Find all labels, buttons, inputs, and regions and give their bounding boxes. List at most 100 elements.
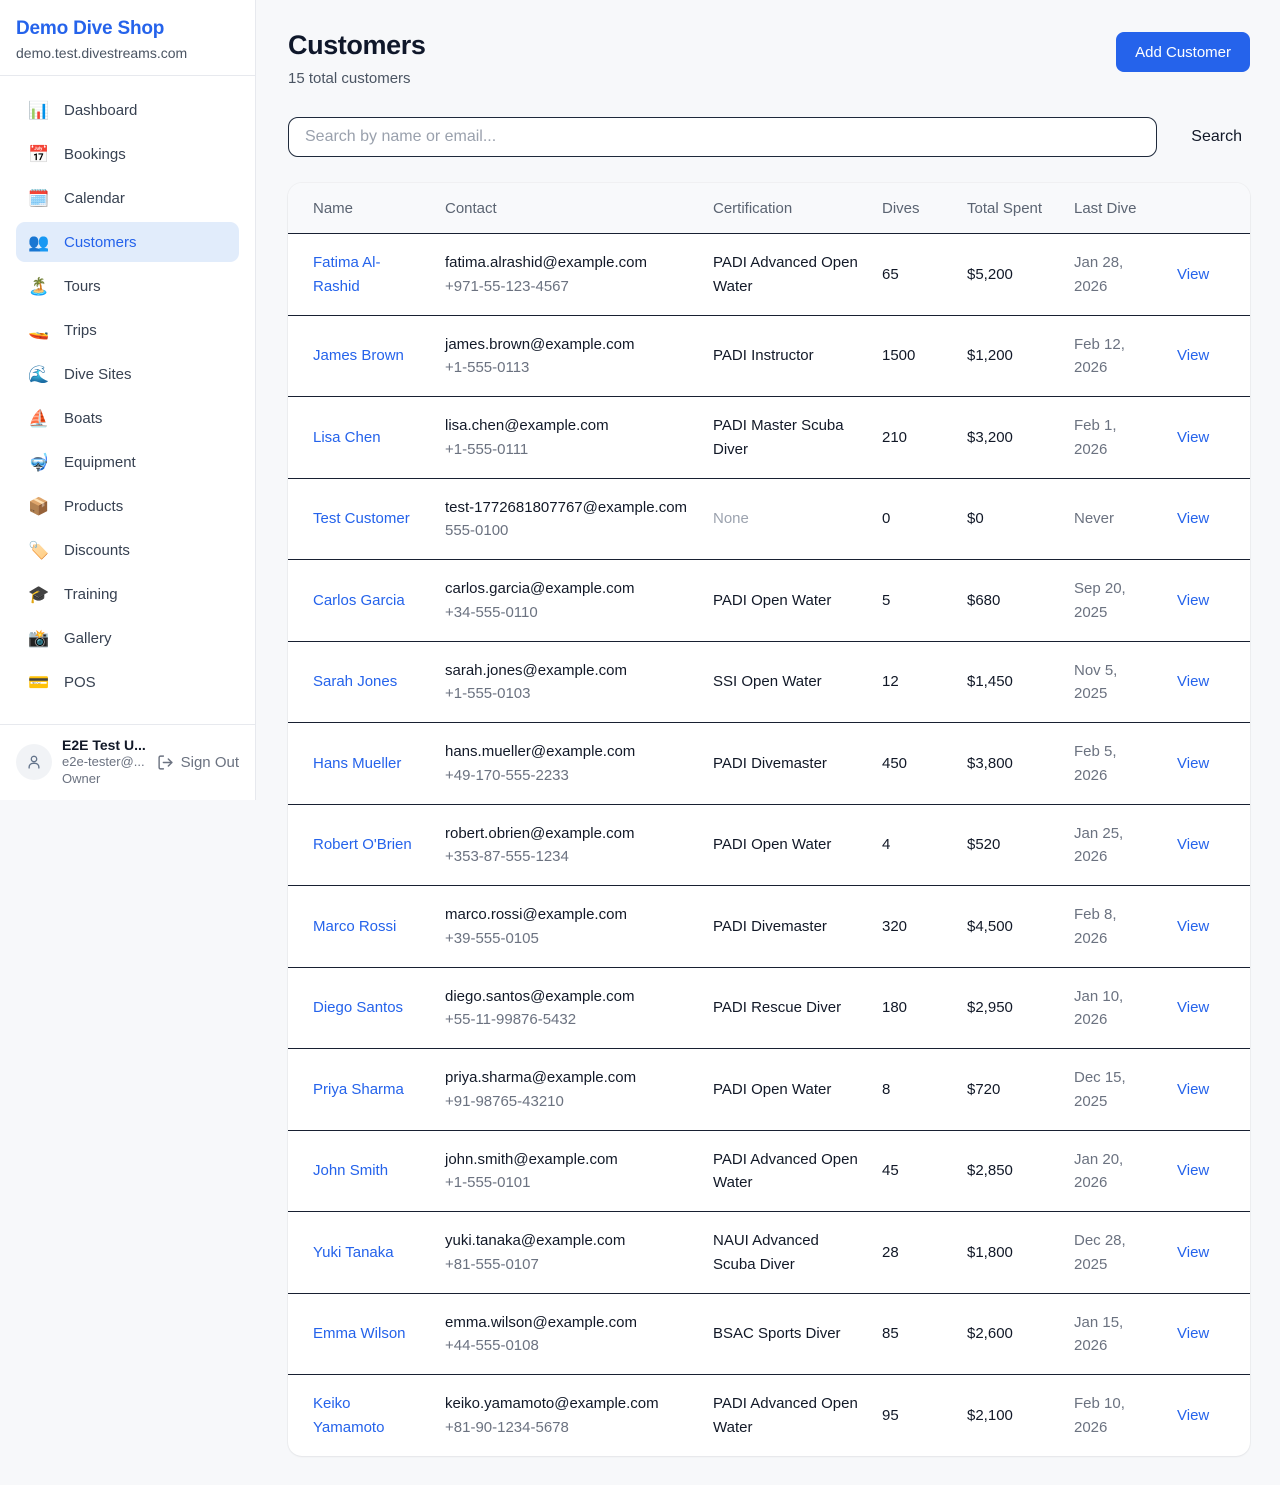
sidebar-item-label: Boats [64,410,102,427]
customer-certification: PADI Master Scuba Diver [713,417,844,457]
customer-email: lisa.chen@example.com [445,414,689,437]
view-customer-link[interactable]: View [1177,836,1209,853]
column-header-certification: Certification [701,183,870,234]
sidebar-item-dive-sites[interactable]: 🌊Dive Sites [16,354,239,394]
sidebar-item-bookings[interactable]: 📅Bookings [16,134,239,174]
view-customer-link[interactable]: View [1177,999,1209,1016]
customer-name-link[interactable]: Diego Santos [313,999,403,1016]
customer-total-spent: $4,500 [967,918,1013,935]
customer-certification: PADI Open Water [713,836,831,853]
customer-name-link[interactable]: Sarah Jones [313,673,397,690]
customer-name-link[interactable]: Emma Wilson [313,1325,406,1342]
customer-certification: PADI Advanced Open Water [713,1395,858,1435]
calendar-icon: 📅 [28,146,50,163]
customer-dives: 1500 [882,347,915,364]
table-row: Priya Sharma priya.sharma@example.com +9… [288,1049,1250,1131]
customer-phone: +39-555-0105 [445,927,689,950]
sidebar-item-discounts[interactable]: 🏷️Discounts [16,530,239,570]
customer-phone: +44-555-0108 [445,1334,689,1357]
customer-name-link[interactable]: Hans Mueller [313,755,401,772]
sidebar-item-gallery[interactable]: 📸Gallery [16,618,239,658]
customer-dives: 28 [882,1244,899,1261]
customer-name-link[interactable]: Robert O'Brien [313,836,412,853]
customer-name-link[interactable]: James Brown [313,347,404,364]
table-row: Emma Wilson emma.wilson@example.com +44-… [288,1293,1250,1375]
table-header-row: NameContactCertificationDivesTotal Spent… [288,183,1250,234]
sidebar-item-pos[interactable]: 💳 POS [16,662,239,702]
sidebar-item-label: Trips [64,322,97,339]
customer-last-dive: Sep 20, 2025 [1074,580,1126,620]
customer-email: james.brown@example.com [445,333,689,356]
column-header-total-spent: Total Spent [955,183,1062,234]
customer-phone: +81-90-1234-5678 [445,1416,689,1439]
customer-certification: PADI Advanced Open Water [713,254,858,294]
customer-total-spent: $0 [967,510,984,527]
sidebar-item-customers[interactable]: 👥Customers [16,222,239,262]
customer-name-link[interactable]: Priya Sharma [313,1081,404,1098]
customer-certification: NAUI Advanced Scuba Diver [713,1232,819,1272]
sidebar-item-calendar[interactable]: 🗓️Calendar [16,178,239,218]
main-content: Customers 15 total customers Add Custome… [256,0,1280,1482]
view-customer-link[interactable]: View [1177,347,1209,364]
sign-out-button[interactable]: Sign Out [157,754,239,771]
customer-name-link[interactable]: Test Customer [313,510,410,527]
user-email: e2e-tester@... [62,753,147,771]
sidebar-item-tours[interactable]: 🏝️Tours [16,266,239,306]
sidebar-item-label: Discounts [64,542,130,559]
customer-dives: 450 [882,755,907,772]
customer-last-dive: Dec 28, 2025 [1074,1232,1126,1272]
view-customer-link[interactable]: View [1177,1244,1209,1261]
view-customer-link[interactable]: View [1177,429,1209,446]
view-customer-link[interactable]: View [1177,1081,1209,1098]
customer-name-link[interactable]: Carlos Garcia [313,592,405,609]
sidebar-item-equipment[interactable]: 🤿Equipment [16,442,239,482]
user-role: Owner [62,770,147,788]
sidebar-item-boats[interactable]: ⛵ Boats [16,398,239,438]
table-row: Marco Rossi marco.rossi@example.com +39-… [288,886,1250,968]
search-input[interactable] [288,117,1157,157]
sidebar-item-dashboard[interactable]: 📊Dashboard [16,90,239,130]
add-customer-button[interactable]: Add Customer [1116,32,1250,72]
shop-name: Demo Dive Shop [16,18,239,40]
table-row: Sarah Jones sarah.jones@example.com +1-5… [288,641,1250,723]
customer-last-dive: Feb 5, 2026 [1074,743,1117,783]
sidebar-item-label: POS [64,674,96,691]
customer-certification: None [713,510,749,527]
page-header: Customers 15 total customers Add Custome… [288,30,1250,87]
customer-phone: +34-555-0110 [445,601,689,624]
sidebar-item-training[interactable]: 🎓Training [16,574,239,614]
user-icon [25,753,43,771]
customer-total-spent: $720 [967,1081,1000,1098]
customer-certification: PADI Open Water [713,1081,831,1098]
customer-total-spent: $520 [967,836,1000,853]
customer-name-link[interactable]: John Smith [313,1162,388,1179]
view-customer-link[interactable]: View [1177,592,1209,609]
customer-name-link[interactable]: Keiko Yamamoto [313,1395,384,1435]
customer-dives: 4 [882,836,890,853]
view-customer-link[interactable]: View [1177,1162,1209,1179]
customer-name-link[interactable]: Fatima Al-Rashid [313,254,381,294]
credit-card-icon: 💳 [28,674,50,691]
customer-certification: PADI Divemaster [713,918,827,935]
view-customer-link[interactable]: View [1177,510,1209,527]
customer-dives: 0 [882,510,890,527]
view-customer-link[interactable]: View [1177,673,1209,690]
view-customer-link[interactable]: View [1177,266,1209,283]
view-customer-link[interactable]: View [1177,1325,1209,1342]
customer-count: 15 total customers [288,70,425,87]
sidebar: Demo Dive Shop demo.test.divestreams.com… [0,0,256,800]
customer-name-link[interactable]: Marco Rossi [313,918,396,935]
sailboat-icon: ⛵ [28,410,50,427]
sidebar-item-trips[interactable]: 🚤Trips [16,310,239,350]
sidebar-item-products[interactable]: 📦Products [16,486,239,526]
view-customer-link[interactable]: View [1177,918,1209,935]
sign-out-label: Sign Out [181,754,239,771]
view-customer-link[interactable]: View [1177,1407,1209,1424]
customer-name-link[interactable]: Lisa Chen [313,429,381,446]
view-customer-link[interactable]: View [1177,755,1209,772]
package-icon: 📦 [28,498,50,515]
search-button[interactable]: Search [1183,128,1250,146]
app-root: Demo Dive Shop demo.test.divestreams.com… [0,0,1280,1482]
customer-name-link[interactable]: Yuki Tanaka [313,1244,394,1261]
customer-dives: 85 [882,1325,899,1342]
